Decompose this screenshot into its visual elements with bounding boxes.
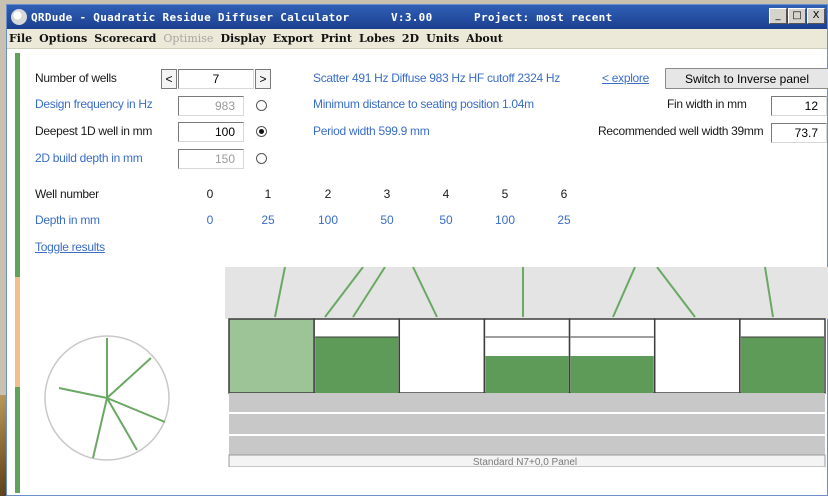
polar-response-dial [44, 335, 170, 461]
dial-spokes [58, 338, 166, 459]
menu-lobes[interactable]: Lobes [359, 32, 395, 45]
well-number: 3 [383, 187, 391, 201]
deepest-well-field[interactable]: 100 [178, 122, 244, 142]
build-depth-label: 2D build depth in mm [35, 151, 143, 165]
switch-inverse-button[interactable]: Switch to Inverse panel [665, 68, 828, 89]
menu-print[interactable]: Print [321, 32, 352, 45]
explore-link[interactable]: < explore [602, 71, 649, 85]
app-window: QRDude - Quadratic Residue Diffuser Calc… [6, 4, 828, 496]
well-fill [740, 337, 824, 393]
well-number: 5 [501, 187, 509, 201]
well-depth: 50 [439, 213, 453, 227]
toggle-results-link[interactable]: Toggle results [35, 240, 105, 254]
design-frequency-radio[interactable] [256, 100, 267, 111]
fin-width-field[interactable]: 12 [771, 96, 827, 116]
panel-caption: Standard N7+0,0 Panel [473, 457, 577, 467]
wells-decrement-button[interactable]: < [161, 69, 177, 89]
well-depth: 100 [317, 213, 339, 227]
close-button[interactable]: X [807, 8, 825, 24]
deepest-well-radio[interactable] [256, 126, 267, 137]
well-number-label: Well number [35, 187, 99, 201]
menu-units[interactable]: Units [426, 32, 459, 45]
well-number: 1 [264, 187, 272, 201]
window-title: QRDude - Quadratic Residue Diffuser Calc… [31, 10, 613, 24]
dial-spoke [106, 397, 166, 423]
min-distance-text: Minimum distance to seating position 1.0… [313, 97, 534, 111]
menu-display[interactable]: Display [220, 32, 265, 45]
dial-spoke [106, 357, 152, 399]
build-depth-field[interactable]: 150 [178, 149, 244, 169]
well-cells [228, 318, 826, 394]
well-number: 6 [560, 187, 568, 201]
menu-options[interactable]: Options [39, 32, 87, 45]
menu-export[interactable]: Export [273, 32, 314, 45]
design-frequency-field[interactable]: 983 [178, 96, 244, 116]
recommended-width-field[interactable]: 73.7 [771, 123, 827, 143]
well-depth: 100 [494, 213, 516, 227]
well-number: 4 [442, 187, 450, 201]
well-fill [570, 356, 654, 393]
build-depth-radio[interactable] [256, 153, 267, 164]
menu-2d[interactable]: 2D [402, 32, 419, 45]
deepest-well-label: Deepest 1D well in mm [35, 124, 153, 138]
well-depth: 25 [557, 213, 571, 227]
wells-label: Number of wells [35, 71, 117, 85]
recommended-width-label: Recommended well width 39mm [598, 124, 764, 138]
fin-width-label: Fin width in mm [667, 97, 747, 111]
minimize-button[interactable]: _ [769, 8, 787, 24]
frequency-summary: Scatter 491 Hz Diffuse 983 Hz HF cutoff … [313, 71, 560, 85]
well-fill [485, 356, 569, 393]
dial-spoke [58, 387, 108, 399]
well-number: 2 [324, 187, 332, 201]
left-accent-bar [15, 53, 20, 493]
left-accent-highlight [15, 277, 20, 387]
maximize-button[interactable]: □ [788, 8, 806, 24]
depth-label: Depth in mm [35, 213, 100, 227]
menu-bar: File Options Scorecard Optimise Display … [7, 29, 827, 49]
design-frequency-label: Design frequency in Hz [35, 97, 153, 111]
period-width-text: Period width 599.9 mm [313, 124, 430, 138]
well-cell [228, 318, 315, 394]
well-depth: 25 [261, 213, 275, 227]
dial-spoke [92, 397, 108, 459]
title-bar[interactable]: QRDude - Quadratic Residue Diffuser Calc… [7, 5, 827, 29]
menu-about[interactable]: About [466, 32, 503, 45]
scatter-area [225, 267, 828, 319]
dial-spoke [106, 397, 138, 451]
wells-value-field[interactable]: 7 [178, 69, 254, 89]
well-cell [398, 318, 486, 394]
well-depth: 50 [380, 213, 394, 227]
well-depth: 0 [206, 213, 214, 227]
menu-file[interactable]: File [9, 32, 32, 45]
well-fill [315, 337, 399, 393]
app-icon [11, 9, 27, 25]
panel-base [229, 393, 825, 455]
menu-optimise: Optimise [163, 32, 214, 45]
wells-increment-button[interactable]: > [255, 69, 271, 89]
well-cell [653, 318, 741, 394]
diffuser-diagram: Standard N7+0,0 Panel [225, 267, 828, 467]
well-number: 0 [206, 187, 214, 201]
window-controls: _ □ X [769, 8, 825, 24]
menu-scorecard[interactable]: Scorecard [94, 32, 156, 45]
